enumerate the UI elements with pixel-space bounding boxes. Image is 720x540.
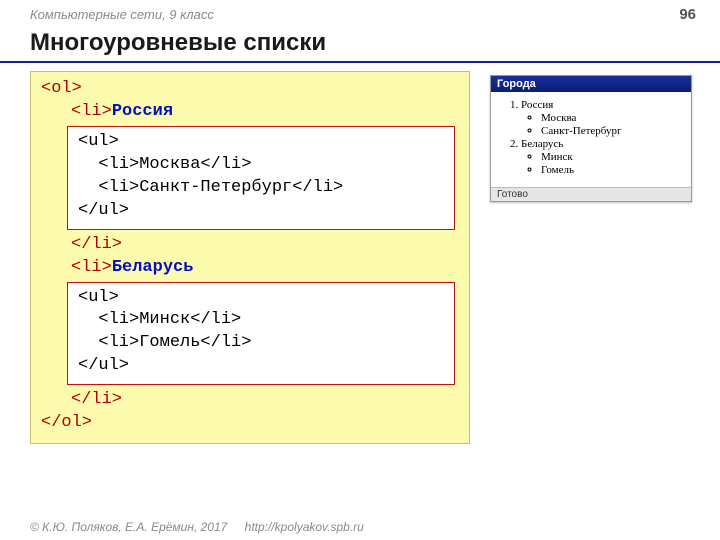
slide-title: Многоуровневые списки — [0, 25, 720, 63]
nested-code-box-1: <ul> <li>Москва</li> <li>Санкт-Петербург… — [67, 126, 455, 230]
browser-preview: Города Россия Москва Санкт-Петербург Бел… — [490, 75, 692, 202]
preview-unordered-list: Минск Гомель — [521, 151, 683, 176]
slide-content: <ol> <li>Россия <ul> <li>Москва</li> <li… — [0, 71, 720, 444]
preview-statusbar: Готово — [491, 187, 691, 201]
list-item: Гомель — [541, 164, 683, 176]
window-icon — [674, 79, 685, 90]
code-text: <ul> — [78, 132, 119, 151]
code-text: </li> — [71, 235, 122, 254]
preview-titlebar: Города — [491, 76, 691, 92]
code-text: <li> — [71, 102, 112, 121]
code-text: <li>Минск</li> — [78, 310, 241, 329]
preview-unordered-list: Москва Санкт-Петербург — [521, 112, 683, 137]
code-example: <ol> <li>Россия <ul> <li>Москва</li> <li… — [30, 71, 470, 444]
code-text: <li> — [71, 258, 112, 277]
page-number: 96 — [679, 6, 696, 23]
code-text: </ul> — [78, 356, 129, 375]
nested-code-box-2: <ul> <li>Минск</li> <li>Гомель</li> </ul… — [67, 282, 455, 386]
copyright: © К.Ю. Поляков, Е.А. Ерёмин, 2017 — [30, 520, 227, 534]
list-item: Санкт-Петербург — [541, 125, 683, 137]
code-text: <li>Москва</li> — [78, 155, 251, 174]
code-text: Россия — [112, 102, 173, 121]
code-text: </ul> — [78, 201, 129, 220]
slide-header: Компьютерные сети, 9 класс 96 — [0, 0, 720, 25]
list-item: Россия Москва Санкт-Петербург — [521, 99, 683, 137]
slide-footer: © К.Ю. Поляков, Е.А. Ерёмин, 2017 http:/… — [30, 520, 364, 534]
code-text: <ul> — [78, 288, 119, 307]
preview-body: Россия Москва Санкт-Петербург Беларусь М… — [491, 92, 691, 187]
code-text: <li>Гомель</li> — [78, 333, 251, 352]
preview-window-title: Города — [497, 78, 536, 90]
code-text: <ol> — [41, 79, 82, 98]
list-item: Москва — [541, 112, 683, 124]
course-title: Компьютерные сети, 9 класс — [30, 7, 214, 22]
code-text: <li>Санкт-Петербург</li> — [78, 178, 343, 197]
list-item: Беларусь Минск Гомель — [521, 138, 683, 176]
preview-ordered-list: Россия Москва Санкт-Петербург Беларусь М… — [499, 99, 683, 176]
list-item: Минск — [541, 151, 683, 163]
code-text: Беларусь — [112, 258, 194, 277]
code-text: </li> — [71, 390, 122, 409]
footer-url: http://kpolyakov.spb.ru — [245, 520, 364, 534]
code-text: </ol> — [41, 413, 92, 432]
